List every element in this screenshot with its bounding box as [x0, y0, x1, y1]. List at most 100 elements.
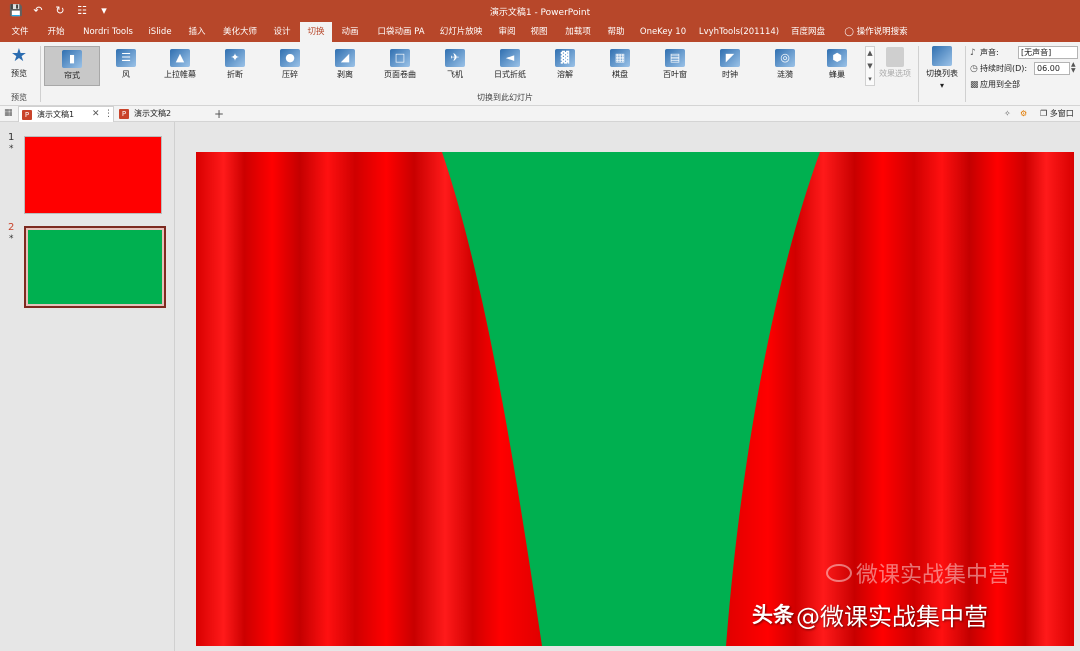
tab-addins[interactable]: 加载项	[558, 22, 598, 42]
blinds-icon: ▤	[665, 49, 685, 67]
transition-clock[interactable]: ◤ 时钟	[702, 46, 758, 86]
gallery-scroll[interactable]: ▲ ▼ ▾	[865, 46, 875, 86]
transition-marker: *	[9, 144, 14, 154]
wind-icon: ☰	[116, 49, 136, 67]
doc-tab-1[interactable]: P 演示文稿1	[18, 106, 114, 122]
watermark-text: @微课实战集中营	[796, 603, 988, 631]
transition-wind[interactable]: ☰ 风	[98, 46, 154, 86]
honeycomb-icon: ⬢	[827, 49, 847, 67]
checkerboard-icon: ▦	[610, 49, 630, 67]
group-divider	[918, 46, 919, 102]
tab-design[interactable]: 设计	[266, 22, 298, 42]
duration-row: ◷ 持续时间(D):	[970, 64, 1028, 74]
transition-origami[interactable]: ◄ 日式折纸	[482, 46, 538, 86]
tab-menu-icon[interactable]: ▦	[4, 108, 13, 118]
transition-peel-off[interactable]: ◢ 剥离	[317, 46, 373, 86]
chevron-down-icon: ▾	[939, 81, 944, 90]
powerpoint-icon: P	[119, 109, 129, 119]
tell-me-search[interactable]: ◯ 操作说明搜索	[838, 22, 914, 42]
tab-help[interactable]: 帮助	[600, 22, 632, 42]
wechat-logo	[826, 564, 852, 582]
transition-ripple[interactable]: ◎ 涟漪	[757, 46, 813, 86]
duration-input[interactable]: 06.00	[1034, 62, 1070, 75]
transition-list-icon	[932, 46, 952, 66]
tab-insert[interactable]: 插入	[180, 22, 214, 42]
powerpoint-window: 💾 ↶ ↻ ☷ ▾ 演示文稿1 - PowerPoint 文件 开始 Nordr…	[0, 0, 1080, 651]
crush-icon: ●	[280, 49, 300, 67]
apply-all-button[interactable]: ▩应用到全部	[970, 78, 1020, 92]
transitions-group-label: 切换到此幻灯片	[477, 93, 533, 102]
lightbulb-icon: ◯	[844, 27, 857, 37]
transition-airplane[interactable]: ✈ 飞机	[427, 46, 483, 86]
clock-icon: ◷	[970, 64, 978, 74]
transition-prestige[interactable]: ▲ 上拉帷幕	[152, 46, 208, 86]
transition-dissolve[interactable]: ▓ 溶解	[537, 46, 593, 86]
tab-pocket-animation[interactable]: 口袋动画 PA	[372, 22, 430, 42]
tab-onekey[interactable]: OneKey 10	[636, 22, 690, 42]
transition-crush[interactable]: ● 压碎	[262, 46, 318, 86]
slide-thumbnail-1[interactable]	[24, 136, 162, 214]
window-icon: ❐	[1040, 109, 1048, 118]
settings-tool-icon[interactable]: ✧	[1004, 106, 1011, 122]
transition-page-curl[interactable]: □ 页面卷曲	[372, 46, 428, 86]
sound-row: ♪ 声音:	[970, 48, 999, 58]
page-curl-icon: □	[390, 49, 410, 67]
chevron-up-icon[interactable]: ▲	[866, 47, 874, 60]
transition-marker: *	[9, 234, 14, 244]
slide-number: 2	[8, 222, 15, 233]
effect-options-button[interactable]: 效果选项	[876, 46, 914, 90]
origami-icon: ◄	[500, 49, 520, 67]
star-icon: ★	[10, 45, 28, 66]
tab-file[interactable]: 文件	[4, 22, 36, 42]
title-bar: 💾 ↶ ↻ ☷ ▾ 演示文稿1 - PowerPoint	[0, 0, 1080, 22]
clock-icon: ◤	[720, 49, 740, 67]
tab-view[interactable]: 视图	[524, 22, 554, 42]
speaker-icon: ♪	[970, 48, 976, 58]
preview-button[interactable]: ★ 预览	[2, 46, 36, 86]
watermark-brand: 头条	[752, 603, 794, 627]
slide-thumbnail-pane: 1 * 2 *	[0, 122, 175, 651]
close-icon[interactable]: ✕	[92, 106, 100, 122]
document-tabs: ▦ P 演示文稿1 ✕ ⋮ P 演示文稿2 + ✧ ⚙ ❐ 多窗口	[0, 106, 1080, 122]
tab-islide[interactable]: iSlide	[142, 22, 178, 42]
group-divider	[965, 46, 966, 102]
transition-fracture[interactable]: ✦ 折断	[207, 46, 263, 86]
tab-review[interactable]: 审阅	[492, 22, 522, 42]
timing-group: ♪ 声音: [无声音] ◷ 持续时间(D): 06.00 ▲ ▼ ▩应用到全部	[970, 44, 1080, 104]
transition-honeycomb[interactable]: ⬢ 蜂巢	[809, 46, 865, 86]
tab-lvyhtools[interactable]: LvyhTools(201114)	[694, 22, 784, 42]
slide-thumbnail-2[interactable]	[24, 226, 166, 308]
group-divider	[40, 46, 41, 102]
transition-blinds[interactable]: ▤ 百叶窗	[647, 46, 703, 86]
gear-icon[interactable]: ⚙	[1020, 106, 1027, 122]
gallery-more-icon[interactable]: ▾	[866, 73, 874, 86]
slide-editor: 微课实战集中营 头条 @微课实战集中营	[176, 122, 1080, 651]
multi-window-button[interactable]: ❐ 多窗口	[1040, 106, 1074, 122]
prestige-icon: ▲	[170, 49, 190, 67]
slide-number: 1	[8, 132, 15, 143]
doc-tab-2[interactable]: P 演示文稿2	[116, 106, 210, 122]
transition-checkerboard[interactable]: ▦ 棋盘	[592, 46, 648, 86]
powerpoint-icon: P	[22, 110, 32, 120]
sound-select[interactable]: [无声音]	[1018, 46, 1078, 59]
tab-slideshow[interactable]: 幻灯片放映	[434, 22, 488, 42]
duration-stepper[interactable]: ▲ ▼	[1071, 62, 1079, 74]
ribbon-tabs: 文件 开始 Nordri Tools iSlide 插入 美化大师 设计 切换 …	[0, 22, 1080, 42]
tab-nordri-tools[interactable]: Nordri Tools	[76, 22, 140, 42]
peel-off-icon: ◢	[335, 49, 355, 67]
tab-beautify[interactable]: 美化大师	[216, 22, 264, 42]
tab-baidu-netdisk[interactable]: 百度网盘	[786, 22, 830, 42]
tab-home[interactable]: 开始	[38, 22, 74, 42]
slide-canvas[interactable]: 微课实战集中营 头条 @微课实战集中营	[196, 152, 1074, 646]
transition-list-button[interactable]: 切换列表 ▾	[922, 46, 962, 94]
chevron-down-icon[interactable]: ▼	[866, 60, 874, 73]
transition-curtains[interactable]: ▮ 帘式	[44, 46, 100, 86]
more-icon[interactable]: ⋮	[104, 106, 113, 122]
window-title: 演示文稿1 - PowerPoint	[489, 8, 591, 18]
tab-animations[interactable]: 动画	[334, 22, 366, 42]
airplane-icon: ✈	[445, 49, 465, 67]
watermark-ghost-text: 微课实战集中营	[856, 563, 1011, 588]
new-tab-button[interactable]: +	[212, 106, 226, 122]
effect-options-icon	[886, 47, 904, 67]
tab-transitions[interactable]: 切换	[300, 22, 332, 42]
